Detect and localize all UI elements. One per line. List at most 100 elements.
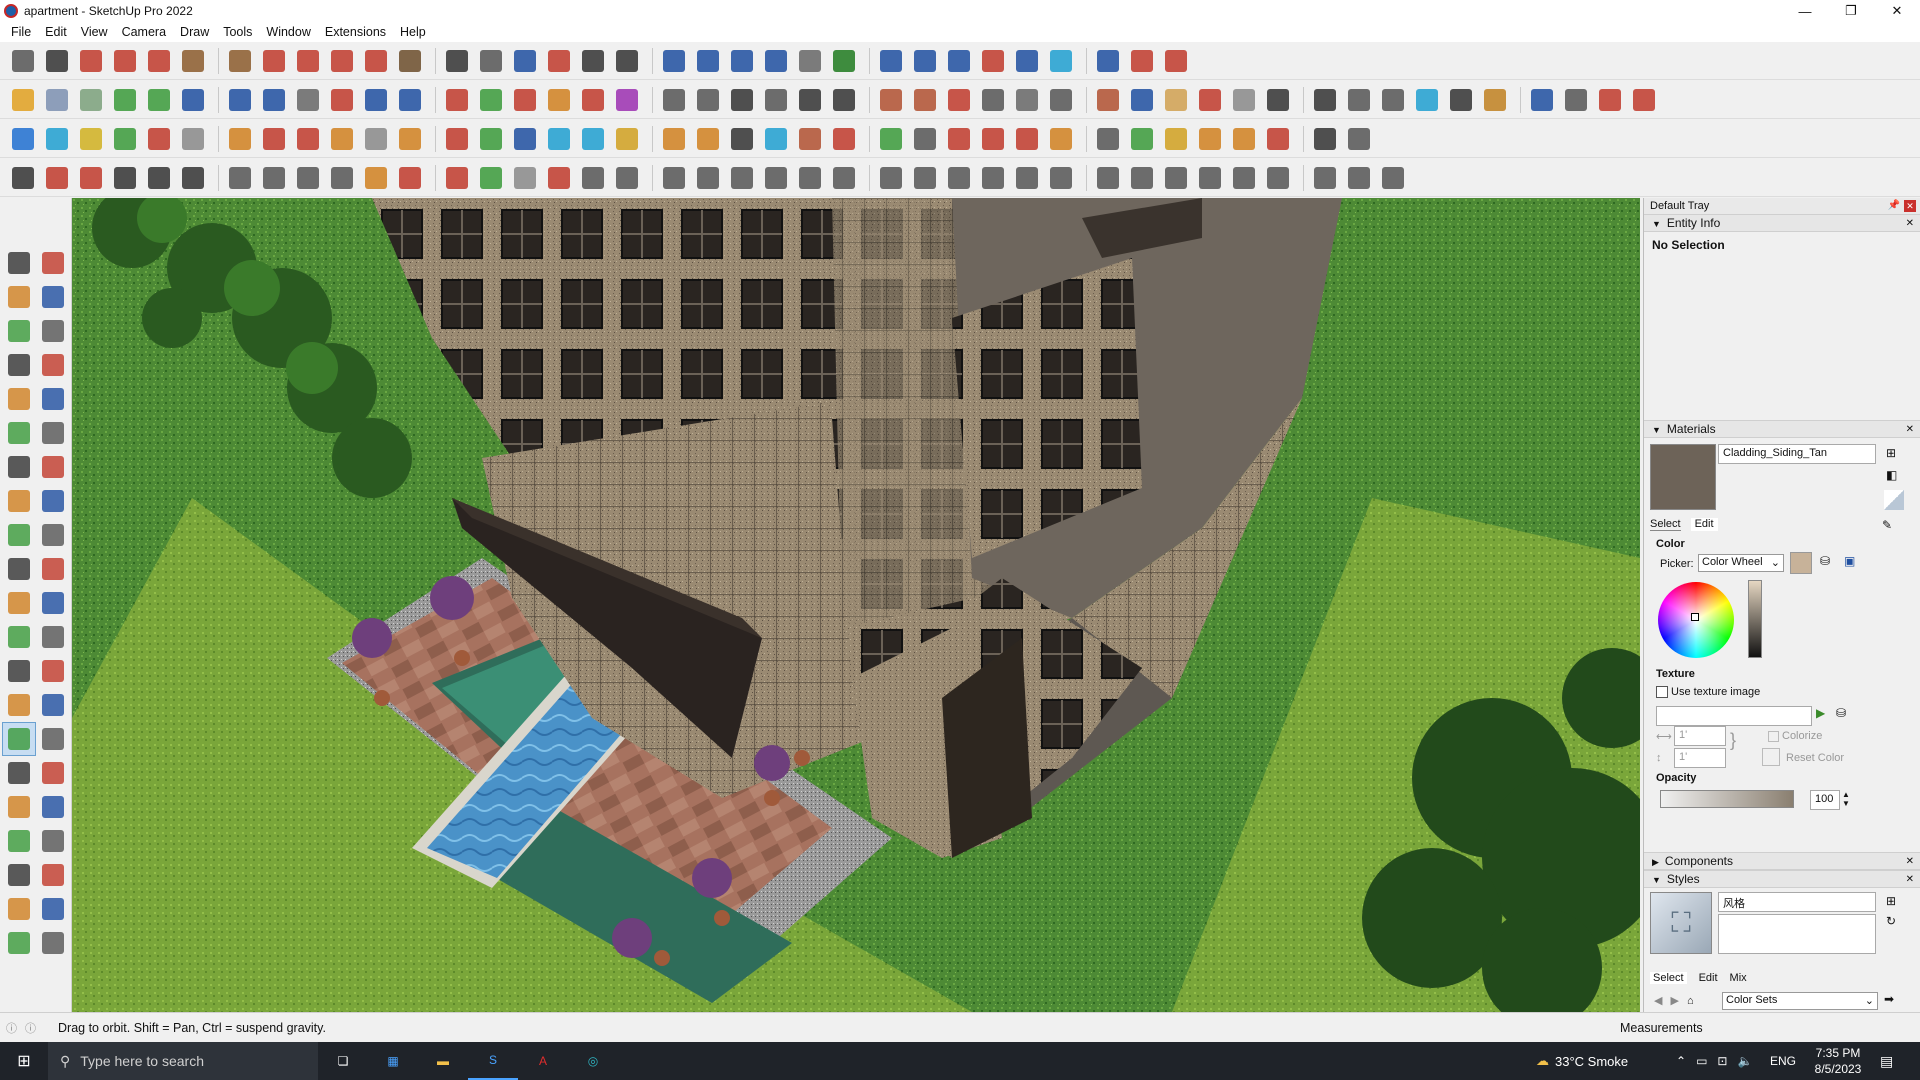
pan-icon[interactable] [36,722,70,756]
row3-tool-button[interactable] [829,124,859,154]
row4-tool-button[interactable] [544,163,574,193]
row1-tool-button[interactable] [144,46,174,76]
row2-tool-button[interactable] [876,85,906,115]
row2-tool-button[interactable] [910,85,940,115]
row3-tool-button[interactable] [293,124,323,154]
opacity-field[interactable]: 100 [1810,790,1840,810]
row4-tool-button[interactable] [1046,163,1076,193]
match-color-screen-icon[interactable]: ▣ [1844,554,1855,568]
color-sample[interactable] [1790,552,1812,574]
reset-color-label[interactable]: Reset Color [1786,752,1844,764]
styles-tab-mix[interactable]: Mix [1730,972,1747,984]
create-material-icon[interactable]: ⊞ [1886,446,1896,460]
tape-measure-icon[interactable] [2,620,36,654]
3d-text-icon[interactable] [36,688,70,722]
entity-info-header[interactable]: ▼ Entity Info ✕ [1644,214,1920,232]
row3-tool-button[interactable] [612,124,642,154]
edit-texture-icon[interactable]: ⛁ [1836,706,1846,720]
notification-icon[interactable]: ▤ [1880,1053,1893,1070]
row2-tool-button[interactable] [978,85,1008,115]
text-icon[interactable] [36,654,70,688]
weather-text[interactable]: 33°C Smoke [1555,1054,1628,1069]
row2-tool-button[interactable] [395,85,425,115]
row4-tool-button[interactable] [693,163,723,193]
sketchup-taskbar-icon[interactable]: S [468,1042,518,1080]
row2-tool-button[interactable] [476,85,506,115]
row3-tool-button[interactable] [1263,124,1293,154]
row4-tool-button[interactable] [978,163,1008,193]
browse-icon[interactable]: ▶ [1816,706,1825,720]
components-header[interactable]: ▶ Components ✕ [1644,852,1920,870]
row4-tool-button[interactable] [1093,163,1123,193]
tape-icon[interactable] [2,314,36,348]
tab-edit[interactable]: Edit [1690,518,1718,531]
row3-tool-button[interactable] [978,124,1008,154]
row1-tool-button[interactable] [476,46,506,76]
brightness-slider[interactable] [1748,580,1762,658]
row1-tool-button[interactable] [1046,46,1076,76]
picker-select[interactable]: Color Wheel ⌄ [1698,554,1784,572]
row3-tool-button[interactable] [727,124,757,154]
row4-tool-button[interactable] [361,163,391,193]
taskbar-search[interactable]: ⚲ Type here to search [48,1042,318,1080]
layer-icon[interactable] [2,926,36,960]
row2-tool-button[interactable] [1561,85,1591,115]
display-icon[interactable]: ▭ [1696,1054,1707,1068]
row4-tool-button[interactable] [1378,163,1408,193]
row1-tool-button[interactable] [293,46,323,76]
row3-tool-button[interactable] [476,124,506,154]
language-indicator[interactable]: ENG [1770,1054,1796,1068]
component-icon[interactable] [2,892,36,926]
row3-tool-button[interactable] [1012,124,1042,154]
row4-tool-button[interactable] [1127,163,1157,193]
orbit-active-icon[interactable] [2,722,36,756]
details-icon[interactable]: ➡ [1884,992,1894,1006]
row1-tool-button[interactable] [1093,46,1123,76]
minimize-button[interactable]: — [1782,0,1828,22]
zoom-window-icon[interactable] [36,756,70,790]
row4-tool-button[interactable] [476,163,506,193]
row1-tool-button[interactable] [361,46,391,76]
row1-tool-button[interactable] [42,46,72,76]
row4-tool-button[interactable] [1344,163,1374,193]
row3-tool-button[interactable] [110,124,140,154]
sandbox-icon[interactable] [36,892,70,926]
row3-tool-button[interactable] [1161,124,1191,154]
row3-tool-button[interactable] [1229,124,1259,154]
row2-tool-button[interactable] [42,85,72,115]
push-pull-icon[interactable] [36,518,70,552]
row2-tool-button[interactable] [1161,85,1191,115]
texture-width-field[interactable]: 1' [1674,726,1726,746]
row4-tool-button[interactable] [944,163,974,193]
credits-icon[interactable]: ⓘ [25,1020,36,1036]
measurements-field[interactable] [1716,1017,1916,1039]
menu-camera[interactable]: Camera [115,25,173,39]
row1-tool-button[interactable] [795,46,825,76]
axes-icon[interactable] [2,688,36,722]
sample-paint-icon[interactable]: ◧ [1886,468,1897,482]
menu-file[interactable]: File [4,25,38,39]
row3-tool-button[interactable] [144,124,174,154]
network-icon[interactable]: ⊡ [1717,1054,1727,1068]
row3-tool-button[interactable] [795,124,825,154]
row1-tool-button[interactable] [442,46,472,76]
start-button[interactable]: ⊞ [0,1051,48,1071]
walk-icon[interactable] [2,858,36,892]
color-wheel[interactable] [1658,582,1734,658]
row4-tool-button[interactable] [510,163,540,193]
row2-tool-button[interactable] [178,85,208,115]
row3-tool-button[interactable] [361,124,391,154]
row2-tool-button[interactable] [225,85,255,115]
opacity-spinner-icon[interactable]: ▲ ▼ [1842,790,1850,808]
row2-tool-button[interactable] [442,85,472,115]
row3-tool-button[interactable] [395,124,425,154]
row3-tool-button[interactable] [1093,124,1123,154]
row3-tool-button[interactable] [1195,124,1225,154]
row3-tool-button[interactable] [910,124,940,154]
row1-tool-button[interactable] [259,46,289,76]
row4-tool-button[interactable] [612,163,642,193]
update-style-icon[interactable]: ↻ [1886,914,1896,928]
row4-tool-button[interactable] [727,163,757,193]
row2-tool-button[interactable] [659,85,689,115]
row2-tool-button[interactable] [1629,85,1659,115]
